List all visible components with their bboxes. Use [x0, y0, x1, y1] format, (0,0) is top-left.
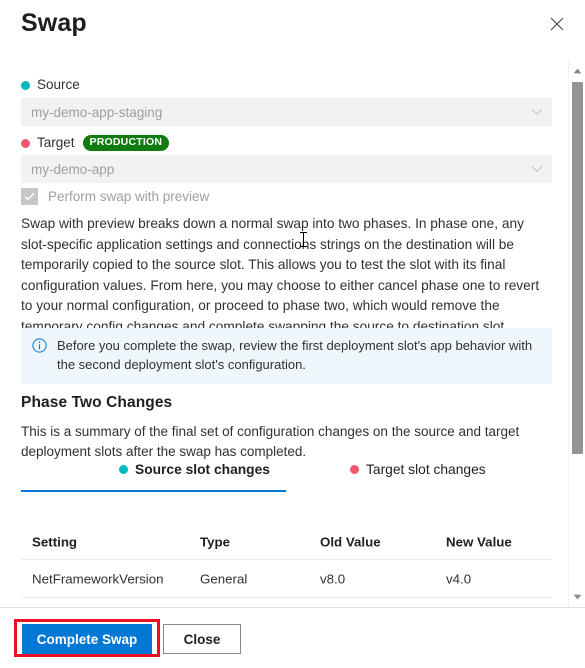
table-row[interactable]: NetFrameworkVersion General v8.0 v4.0 — [21, 559, 552, 598]
cell-setting: NetFrameworkVersion — [32, 571, 164, 586]
panel-header: Swap — [0, 0, 585, 58]
table-header-row: Setting Type Old Value New Value — [21, 525, 552, 559]
perform-swap-with-preview-checkbox: Perform swap with preview — [21, 188, 209, 205]
scrollbar-thumb[interactable] — [572, 82, 583, 454]
tab-source-label: Source slot changes — [135, 462, 270, 477]
phase-two-heading: Phase Two Changes — [21, 394, 173, 411]
source-label-text: Source — [37, 77, 80, 92]
target-slot-dropdown[interactable]: my-demo-app — [21, 155, 552, 183]
target-dot-icon — [21, 138, 30, 148]
vertical-scrollbar[interactable] — [568, 58, 585, 607]
info-banner-text: Before you complete the swap, review the… — [57, 338, 533, 372]
checkmark-icon — [24, 188, 35, 206]
chevron-down-icon — [523, 165, 551, 173]
column-header-setting: Setting — [32, 534, 78, 550]
checkbox-label: Perform swap with preview — [48, 189, 210, 204]
target-label-text: Target — [37, 135, 75, 150]
description-text: Swap with preview breaks down a normal s… — [21, 216, 540, 334]
complete-swap-button[interactable]: Complete Swap — [22, 624, 152, 654]
cell-new-value: v4.0 — [446, 571, 472, 586]
chevron-down-icon — [523, 108, 551, 116]
column-header-type: Type — [200, 534, 231, 550]
text-cursor — [300, 232, 307, 247]
cell-type: General — [200, 571, 248, 586]
column-header-old-value: Old Value — [320, 534, 381, 550]
scroll-down-arrow-icon[interactable] — [569, 588, 585, 605]
status-badge: PRODUCTION — [82, 135, 170, 151]
tab-source-slot-changes[interactable]: Source slot changes — [119, 462, 270, 477]
source-slot-value: my-demo-app-staging — [31, 104, 163, 120]
source-dot-icon — [119, 465, 128, 474]
target-slot-value: my-demo-app — [31, 161, 115, 177]
page-title: Swap — [21, 9, 87, 37]
scroll-up-arrow-icon[interactable] — [569, 62, 585, 79]
close-button-footer[interactable]: Close — [163, 624, 241, 654]
info-banner: Before you complete the swap, review the… — [21, 328, 552, 384]
panel-footer: Complete Swap Close — [0, 608, 585, 668]
active-tab-underline — [21, 490, 286, 492]
close-button[interactable] — [541, 8, 573, 40]
target-dot-icon — [350, 465, 359, 474]
target-label: Target PRODUCTION — [21, 134, 170, 152]
cell-old-value: v8.0 — [320, 571, 346, 586]
info-circle-icon — [32, 338, 47, 358]
column-header-new-value: New Value — [446, 534, 512, 550]
tab-target-label: Target slot changes — [366, 462, 486, 477]
phase-two-subtext: This is a summary of the final set of co… — [21, 424, 520, 459]
changes-table: Setting Type Old Value New Value NetFram… — [21, 525, 552, 598]
panel-content: Source my-demo-app-staging Target PRODUC… — [0, 58, 563, 607]
source-label: Source — [21, 76, 80, 94]
source-slot-dropdown[interactable]: my-demo-app-staging — [21, 98, 552, 126]
close-icon — [550, 17, 564, 31]
source-dot-icon — [21, 80, 30, 90]
tab-target-slot-changes[interactable]: Target slot changes — [350, 462, 486, 477]
checkbox-box — [21, 188, 38, 205]
swap-panel: Swap Source my-demo-app-staging Target P… — [0, 0, 585, 668]
